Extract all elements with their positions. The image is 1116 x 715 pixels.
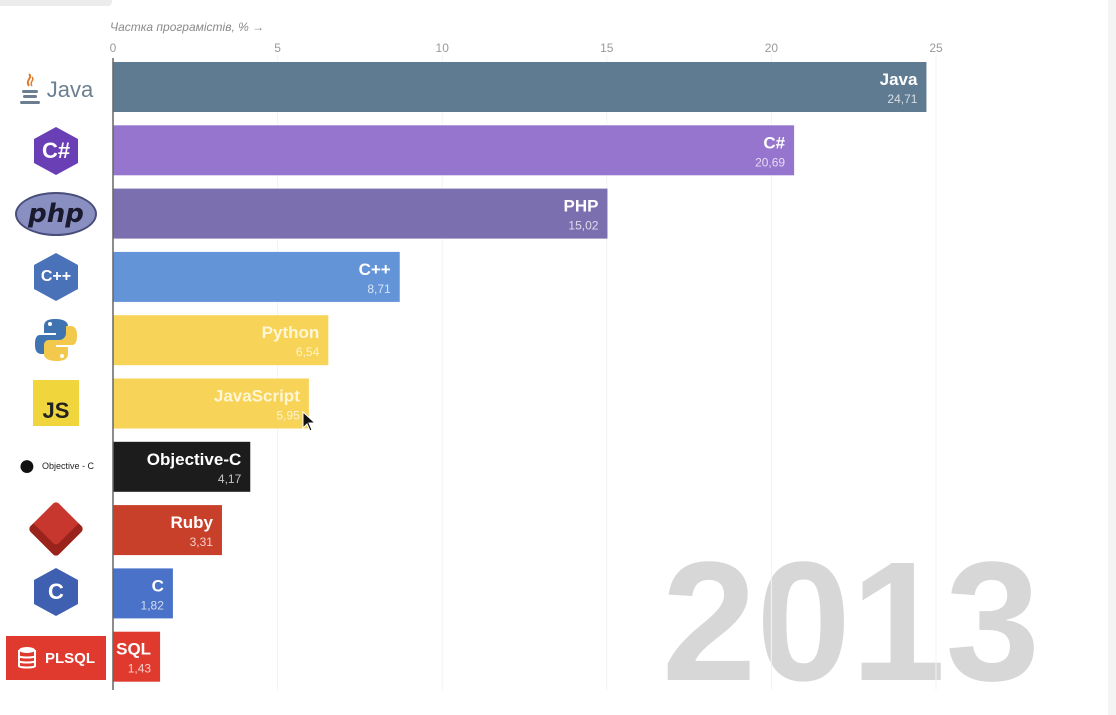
x-tick-label-0: 0 bbox=[110, 41, 117, 55]
bar-name-label-0: Java bbox=[880, 70, 918, 89]
x-tick-label-5: 25 bbox=[929, 41, 943, 55]
bar-value-label-0: 24,71 bbox=[887, 92, 917, 106]
bar-0 bbox=[113, 62, 927, 112]
csharp-icon: C# bbox=[34, 127, 78, 175]
bar-name-label-6: Objective-C bbox=[147, 450, 241, 469]
bar-chart: 2013 0 5 10 15 20 25 Java 24,71 C# 20,69 PHP 15,02 C+… bbox=[110, 41, 1040, 715]
cpp-icon-text: C++ bbox=[40, 268, 72, 285]
bar-name-label-2: PHP bbox=[563, 197, 598, 216]
python-logo bbox=[4, 312, 108, 368]
bar-value-label-5: 5,95 bbox=[277, 409, 301, 423]
php-icon: php bbox=[15, 192, 97, 236]
x-tick-label-1: 5 bbox=[274, 41, 281, 55]
php-icon-text: php bbox=[28, 199, 84, 229]
javascript-icon: JS bbox=[33, 380, 79, 426]
objective-c-logo: ● Objective - C bbox=[4, 438, 108, 494]
bar-value-label-4: 6,54 bbox=[296, 345, 320, 359]
bar-name-label-3: C++ bbox=[359, 260, 391, 279]
apple-icon: ● bbox=[17, 449, 37, 482]
ruby-icon bbox=[27, 500, 85, 558]
year-watermark: 2013 bbox=[662, 527, 1040, 715]
bar-name-label-7: Ruby bbox=[170, 513, 213, 532]
bar-name-label-8: C bbox=[152, 576, 164, 595]
bar-value-label-2: 15,02 bbox=[568, 219, 598, 233]
bar-value-label-1: 20,69 bbox=[755, 155, 785, 169]
chart-stage: Частка програмістів, % → 2013 0 5 10 15 20 25 J… bbox=[0, 0, 1116, 715]
bar-value-label-9: 1,43 bbox=[128, 662, 152, 676]
bar-name-label-5: JavaScript bbox=[214, 387, 300, 406]
x-tick-label-2: 10 bbox=[436, 41, 450, 55]
x-tick-label-4: 20 bbox=[765, 41, 779, 55]
bar-3 bbox=[113, 251, 400, 302]
js-icon-text: JS bbox=[42, 398, 70, 423]
bar-2 bbox=[113, 188, 608, 239]
bar-value-label-6: 4,17 bbox=[218, 472, 242, 486]
ruby-logo bbox=[4, 500, 108, 558]
bar-value-label-8: 1,82 bbox=[141, 598, 165, 612]
java-logo-text: Java bbox=[46, 77, 94, 102]
c-icon-text: C bbox=[48, 579, 64, 604]
cpp-icon: C++ bbox=[34, 253, 78, 301]
plsql-badge: PLSQL bbox=[6, 636, 106, 680]
bar-name-label-1: C# bbox=[763, 133, 785, 152]
objective-c-logo-text: Objective - C bbox=[42, 461, 95, 471]
java-logo: Java bbox=[4, 62, 108, 118]
bar-1 bbox=[113, 125, 795, 176]
x-tick-label-3: 15 bbox=[600, 41, 614, 55]
bar-name-label-4: Python bbox=[262, 323, 320, 342]
python-icon bbox=[35, 319, 77, 361]
mouse-cursor-icon bbox=[302, 411, 317, 432]
database-icon bbox=[17, 647, 36, 669]
php-logo: php bbox=[4, 186, 108, 242]
java-icon bbox=[19, 73, 40, 104]
plsql-logo: PLSQL bbox=[4, 630, 108, 686]
bar-name-label-9: SQL bbox=[116, 640, 151, 659]
javascript-logo: JS bbox=[4, 375, 108, 431]
cpp-logo: C++ bbox=[4, 249, 108, 305]
bar-value-label-3: 8,71 bbox=[367, 282, 391, 296]
bar-value-label-7: 3,31 bbox=[190, 535, 214, 549]
plsql-badge-text: PLSQL bbox=[44, 649, 95, 667]
c-logo: C bbox=[4, 564, 108, 620]
csharp-icon-text: C# bbox=[41, 138, 71, 163]
csharp-logo: C# bbox=[4, 123, 108, 179]
c-icon: C bbox=[34, 568, 78, 616]
